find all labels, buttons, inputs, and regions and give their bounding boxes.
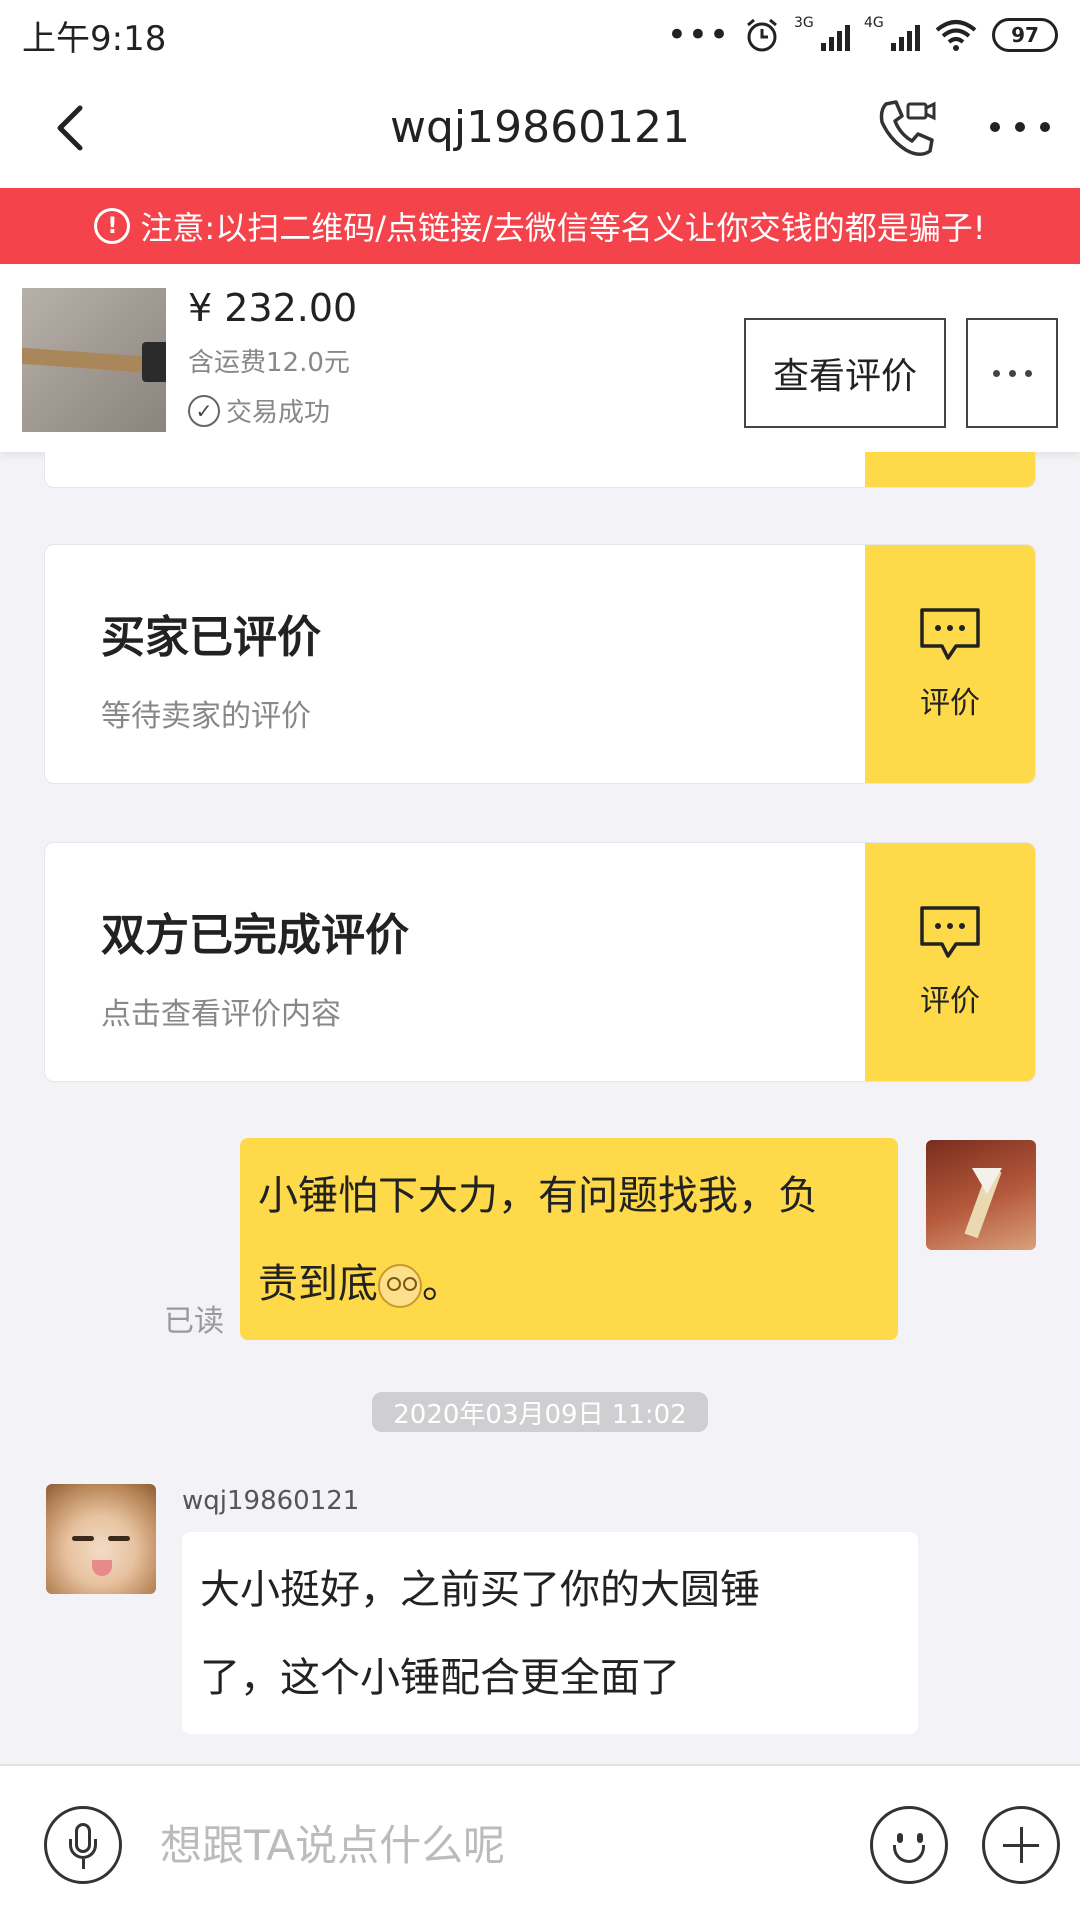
card-subtitle: 点击查看评价内容 <box>101 997 341 1032</box>
both-reviewed-card[interactable]: 双方已完成评价 点击查看评价内容 评价 <box>44 842 1036 1082</box>
wifi-icon <box>935 20 977 51</box>
message-timestamp: 2020年03月09日 11:02 <box>372 1392 708 1432</box>
my-avatar[interactable] <box>926 1140 1036 1250</box>
alert-icon: ! <box>94 208 131 244</box>
contact-avatar[interactable] <box>46 1484 156 1594</box>
battery-level: 97 <box>1011 23 1039 47</box>
nav-bar: wqj19860121 <box>0 70 1080 188</box>
sent-message-bubble[interactable]: 小锤怕下大力，有问题找我，负 责到底。 <box>240 1138 898 1340</box>
card-title: 双方已完成评价 <box>101 910 409 961</box>
voice-input-button[interactable] <box>44 1806 122 1884</box>
message-text: 。 <box>422 1261 462 1307</box>
product-shipping: 含运费12.0元 <box>188 348 350 378</box>
smile-emoji-icon <box>378 1264 422 1308</box>
chat-bubble-icon <box>920 608 980 660</box>
read-status: 已读 <box>164 1304 224 1339</box>
emoji-button[interactable] <box>870 1806 948 1884</box>
fraud-warning-banner: ! 注意:以扫二维码/点链接/去微信等名义让你交钱的都是骗子! <box>0 188 1080 264</box>
alarm-icon <box>747 18 777 52</box>
call-button[interactable] <box>872 94 942 164</box>
message-line: 责到底。 <box>258 1240 882 1328</box>
trade-status-text: 交易成功 <box>226 398 331 428</box>
review-action-label: 评价 <box>920 984 980 1019</box>
message-line: 了，这个小锤配合更全面了 <box>200 1655 680 1701</box>
status-time: 上午9:18 <box>22 18 167 59</box>
received-message-bubble[interactable]: 大小挺好，之前买了你的大圆锤 了，这个小锤配合更全面了 <box>182 1532 918 1734</box>
add-attachment-button[interactable] <box>982 1806 1060 1884</box>
signal-3g-icon: 3G <box>794 15 850 55</box>
input-bar <box>0 1764 1080 1920</box>
more-options-button[interactable] <box>990 102 1050 152</box>
card-title: 买家已评价 <box>101 612 321 663</box>
status-bar: 上午9:18 ••• 3G 4G 97 <box>0 0 1080 70</box>
previous-card <box>44 452 1036 488</box>
phone-video-icon <box>879 100 936 156</box>
message-line: 小锤怕下大力，有问题找我，负 <box>258 1173 818 1219</box>
check-circle-icon: ✓ <box>188 394 220 427</box>
more-notifications-icon: ••• <box>666 15 730 55</box>
status-icons: ••• 3G 4G 97 <box>667 15 1058 55</box>
review-action-button[interactable]: 评价 <box>865 843 1035 1081</box>
product-thumbnail[interactable] <box>22 288 166 432</box>
product-more-button[interactable] <box>966 318 1058 428</box>
battery-icon: 97 <box>992 18 1058 52</box>
product-price: ¥ 232.00 <box>188 286 358 330</box>
warning-text: 注意:以扫二维码/点链接/去微信等名义让你交钱的都是骗子! <box>140 209 986 247</box>
buyer-reviewed-card[interactable]: 买家已评价 等待卖家的评价 评价 <box>44 544 1036 784</box>
sender-name: wqj19860121 <box>182 1486 360 1516</box>
product-bar: ¥ 232.00 含运费12.0元 ✓ 交易成功 查看评价 <box>0 264 1080 452</box>
message-line: 大小挺好，之前买了你的大圆锤 <box>200 1567 760 1613</box>
trade-status: ✓ 交易成功 <box>188 392 330 429</box>
chat-bubble-icon <box>920 906 980 958</box>
signal-4g-icon: 4G <box>864 15 920 55</box>
view-review-button[interactable]: 查看评价 <box>744 318 946 428</box>
card-subtitle: 等待卖家的评价 <box>101 699 311 734</box>
review-action-label: 评价 <box>920 686 980 721</box>
message-text: 责到底 <box>258 1261 378 1307</box>
message-input[interactable] <box>160 1810 840 1880</box>
review-action-button[interactable]: 评价 <box>865 545 1035 783</box>
